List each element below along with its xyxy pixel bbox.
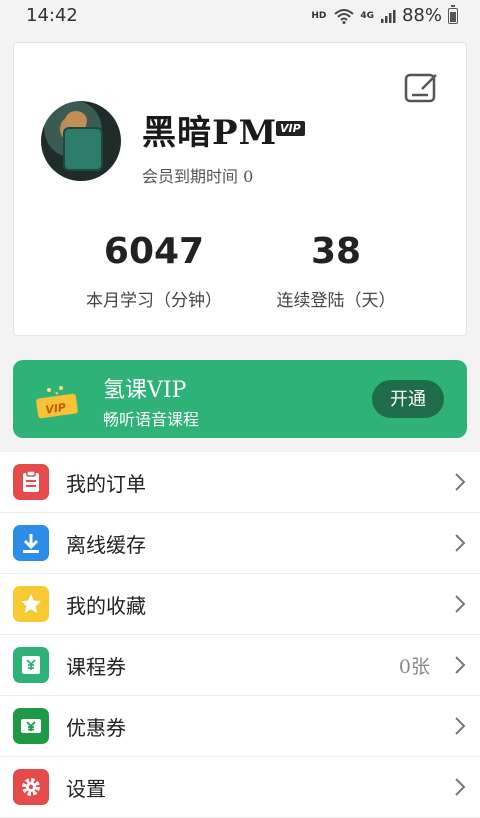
menu-item-favorites[interactable]: 我的收藏 [0, 574, 480, 635]
chevron-right-icon [455, 473, 466, 491]
vip-banner[interactable]: VIP 氢课VIP 畅听语音课程 开通 [13, 360, 467, 438]
download-icon [13, 525, 49, 561]
stat-label: 本月学习（分钟） [86, 291, 222, 311]
edit-profile-icon[interactable] [402, 67, 442, 107]
vip-crown-icon: VIP [36, 386, 78, 419]
clock-time: 14:42 [26, 5, 78, 26]
vip-banner-title: 氢课VIP [103, 378, 187, 403]
coupon-icon [13, 708, 49, 744]
menu-item-label: 我的订单 [66, 472, 146, 496]
stat-value: 38 [310, 231, 362, 272]
menu-item-label: 离线缓存 [66, 533, 146, 557]
clipboard-icon [13, 464, 49, 500]
menu-list: 我的订单 离线缓存 我的收藏 课程券 0张 优惠券 设置 [0, 452, 480, 818]
status-icons: HD 4G 88% [311, 4, 458, 26]
menu-item-label: 课程券 [66, 655, 126, 679]
battery-icon [448, 4, 458, 24]
vip-badge: VIP [276, 121, 305, 136]
stat-label: 连续登陆（天） [276, 291, 396, 311]
chevron-right-icon [455, 595, 466, 613]
status-bar: 14:42 HD 4G 88% [0, 0, 480, 32]
menu-item-settings[interactable]: 设置 [0, 757, 480, 818]
stat-value: 6047 [103, 231, 205, 272]
chevron-right-icon [455, 717, 466, 735]
open-vip-button[interactable]: 开通 [372, 380, 444, 418]
username: 黑暗PM [142, 113, 278, 153]
profile-card: 黑暗PM VIP 会员到期时间 0 6047 本月学习（分钟） 38 连续登陆（… [13, 42, 467, 336]
menu-item-value: 0张 [398, 656, 430, 678]
menu-item-label: 优惠券 [66, 716, 126, 740]
menu-item-orders[interactable]: 我的订单 [0, 452, 480, 513]
network-type: 4G [360, 10, 374, 21]
battery-percent: 88% [401, 5, 442, 26]
hd-indicator: HD [311, 10, 327, 21]
menu-item-course-voucher[interactable]: 课程券 0张 [0, 635, 480, 696]
chevron-right-icon [455, 534, 466, 552]
signal-icon [380, 9, 396, 23]
menu-item-offline-cache[interactable]: 离线缓存 [0, 513, 480, 574]
avatar[interactable] [41, 101, 121, 181]
chevron-right-icon [455, 656, 466, 674]
menu-item-label: 设置 [66, 777, 106, 801]
wifi-icon [334, 8, 354, 24]
menu-item-label: 我的收藏 [66, 594, 146, 618]
course-ticket-icon [13, 647, 49, 683]
vip-banner-subtitle: 畅听语音课程 [103, 410, 200, 429]
menu-item-coupon[interactable]: 优惠券 [0, 696, 480, 757]
chevron-right-icon [455, 778, 466, 796]
stat-login-streak: 38 连续登陆（天） [236, 231, 436, 311]
membership-expire-text: 会员到期时间 0 [142, 167, 254, 186]
stat-monthly-study: 6047 本月学习（分钟） [54, 231, 254, 311]
star-icon [13, 586, 49, 622]
